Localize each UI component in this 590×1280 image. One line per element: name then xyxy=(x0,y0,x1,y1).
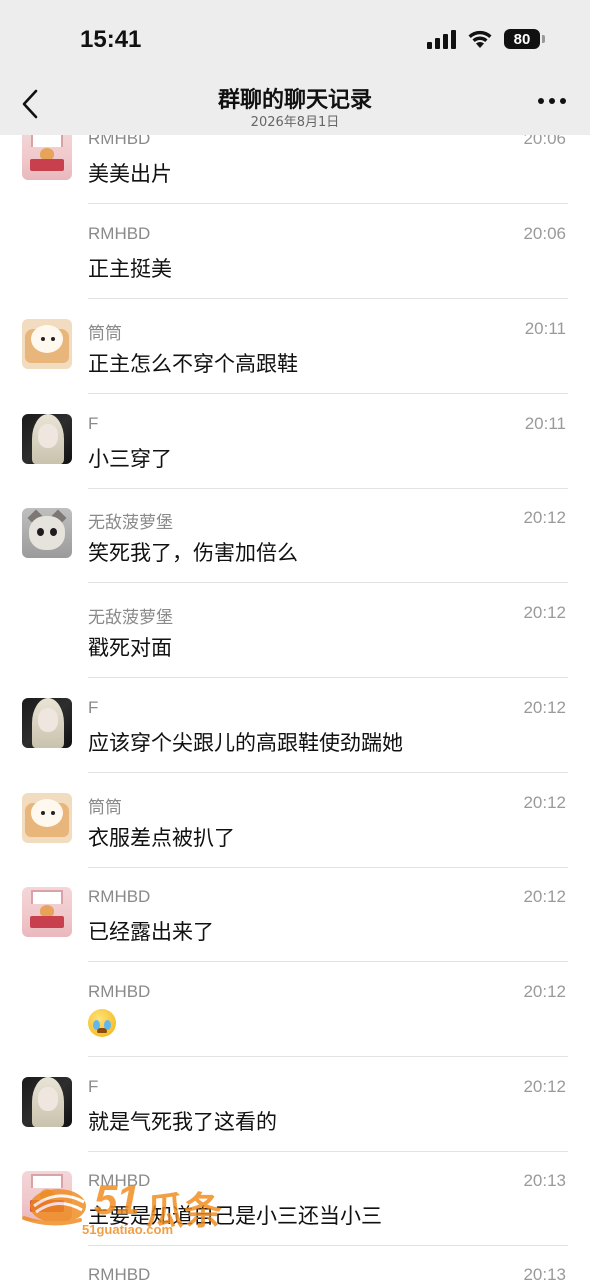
sender-name: F xyxy=(88,414,99,433)
divider xyxy=(88,1056,568,1057)
message-text: 戳死对面 xyxy=(88,636,172,660)
message-emoji xyxy=(88,1009,116,1037)
message-item[interactable]: RMHBD 20:06 正主挺美 xyxy=(0,224,590,319)
avatar[interactable] xyxy=(22,793,72,843)
page-title: 群聊的聊天记录 xyxy=(217,88,372,113)
divider xyxy=(88,203,568,204)
message-text: 笑死我了，伤害加倍么 xyxy=(88,541,298,565)
divider xyxy=(88,1151,568,1152)
message-item[interactable]: RMHBD 20:13 主要是知道自己是小三还当小三 xyxy=(0,1171,590,1266)
message-item[interactable]: RMHBD 20:12 xyxy=(0,982,590,1077)
divider xyxy=(88,677,568,678)
avatar[interactable] xyxy=(22,1171,72,1221)
sender-name: 筒筒 xyxy=(88,798,122,817)
sender-name: 筒筒 xyxy=(88,324,122,343)
divider xyxy=(88,582,568,583)
message-item[interactable]: 筒筒 20:12 衣服差点被扒了 xyxy=(0,793,590,888)
divider xyxy=(88,961,568,962)
message-item[interactable]: RMHBD 20:12 已经露出来了 xyxy=(0,887,590,982)
avatar[interactable] xyxy=(22,414,72,464)
message-text: 就是气死我了这看的 xyxy=(88,1110,277,1134)
message-time: 20:13 xyxy=(523,1171,566,1190)
status-time: 15:41 xyxy=(80,26,142,53)
avatar[interactable] xyxy=(22,130,72,180)
sender-name: RMHBD xyxy=(88,887,151,906)
cellular-signal-icon xyxy=(427,29,456,49)
message-text: 美美出片 xyxy=(88,162,172,186)
page-subtitle-date: 2026年8月1日 xyxy=(250,115,340,130)
message-text: 正主挺美 xyxy=(88,257,172,281)
divider xyxy=(88,772,568,773)
message-text: 应该穿个尖跟儿的高跟鞋使劲踹她 xyxy=(88,731,403,755)
message-item[interactable]: RMHBD 20:13 xyxy=(0,1265,590,1280)
message-text: 主要是知道自己是小三还当小三 xyxy=(88,1204,382,1228)
message-time: 20:12 xyxy=(523,982,566,1001)
more-options-icon[interactable] xyxy=(538,98,566,104)
divider xyxy=(88,1245,568,1246)
message-time: 20:12 xyxy=(523,603,566,622)
avatar[interactable] xyxy=(22,319,72,369)
status-icons: 80 xyxy=(427,28,545,50)
sender-name: F xyxy=(88,698,99,717)
battery-icon: 80 xyxy=(504,29,545,49)
divider xyxy=(88,867,568,868)
message-time: 20:12 xyxy=(523,887,566,906)
sender-name: F xyxy=(88,1077,99,1096)
message-time: 20:12 xyxy=(523,793,566,812)
crying-face-emoji-icon xyxy=(88,1009,116,1037)
header: 15:41 80 群聊的聊天记录 2026年8月1日 xyxy=(0,0,590,135)
message-time: 20:12 xyxy=(523,508,566,527)
message-item[interactable]: RMHBD 20:06 美美出片 xyxy=(0,129,590,225)
message-time: 20:12 xyxy=(523,698,566,717)
avatar[interactable] xyxy=(22,887,72,937)
avatar[interactable] xyxy=(22,508,72,558)
message-item[interactable]: 筒筒 20:11 正主怎么不穿个高跟鞋 xyxy=(0,319,590,414)
message-item[interactable]: F 20:11 小三穿了 xyxy=(0,414,590,509)
sender-name: RMHBD xyxy=(88,1171,151,1190)
message-item[interactable]: 无敌菠萝堡 20:12 笑死我了，伤害加倍么 xyxy=(0,508,590,603)
sender-name: RMHBD xyxy=(88,1265,151,1280)
message-text: 小三穿了 xyxy=(88,447,172,471)
sender-name: RMHBD xyxy=(88,982,151,1001)
message-time: 20:12 xyxy=(523,1077,566,1096)
message-item[interactable]: 无敌菠萝堡 20:12 戳死对面 xyxy=(0,603,590,698)
message-text: 衣服差点被扒了 xyxy=(88,826,235,850)
sender-name: RMHBD xyxy=(88,224,151,243)
message-time: 20:13 xyxy=(523,1265,566,1280)
avatar[interactable] xyxy=(22,698,72,748)
sender-name: 无敌菠萝堡 xyxy=(88,608,173,627)
divider xyxy=(88,298,568,299)
avatar[interactable] xyxy=(22,1077,72,1127)
message-text: 正主怎么不穿个高跟鞋 xyxy=(88,352,298,376)
wifi-icon xyxy=(468,30,492,48)
divider xyxy=(88,393,568,394)
message-text: 已经露出来了 xyxy=(88,920,214,944)
message-item[interactable]: F 20:12 就是气死我了这看的 xyxy=(0,1077,590,1172)
message-item[interactable]: F 20:12 应该穿个尖跟儿的高跟鞋使劲踹她 xyxy=(0,698,590,793)
divider xyxy=(88,488,568,489)
sender-name: 无敌菠萝堡 xyxy=(88,513,173,532)
message-time: 20:11 xyxy=(524,319,566,338)
message-time: 20:06 xyxy=(523,224,566,243)
message-time: 20:11 xyxy=(524,414,566,433)
